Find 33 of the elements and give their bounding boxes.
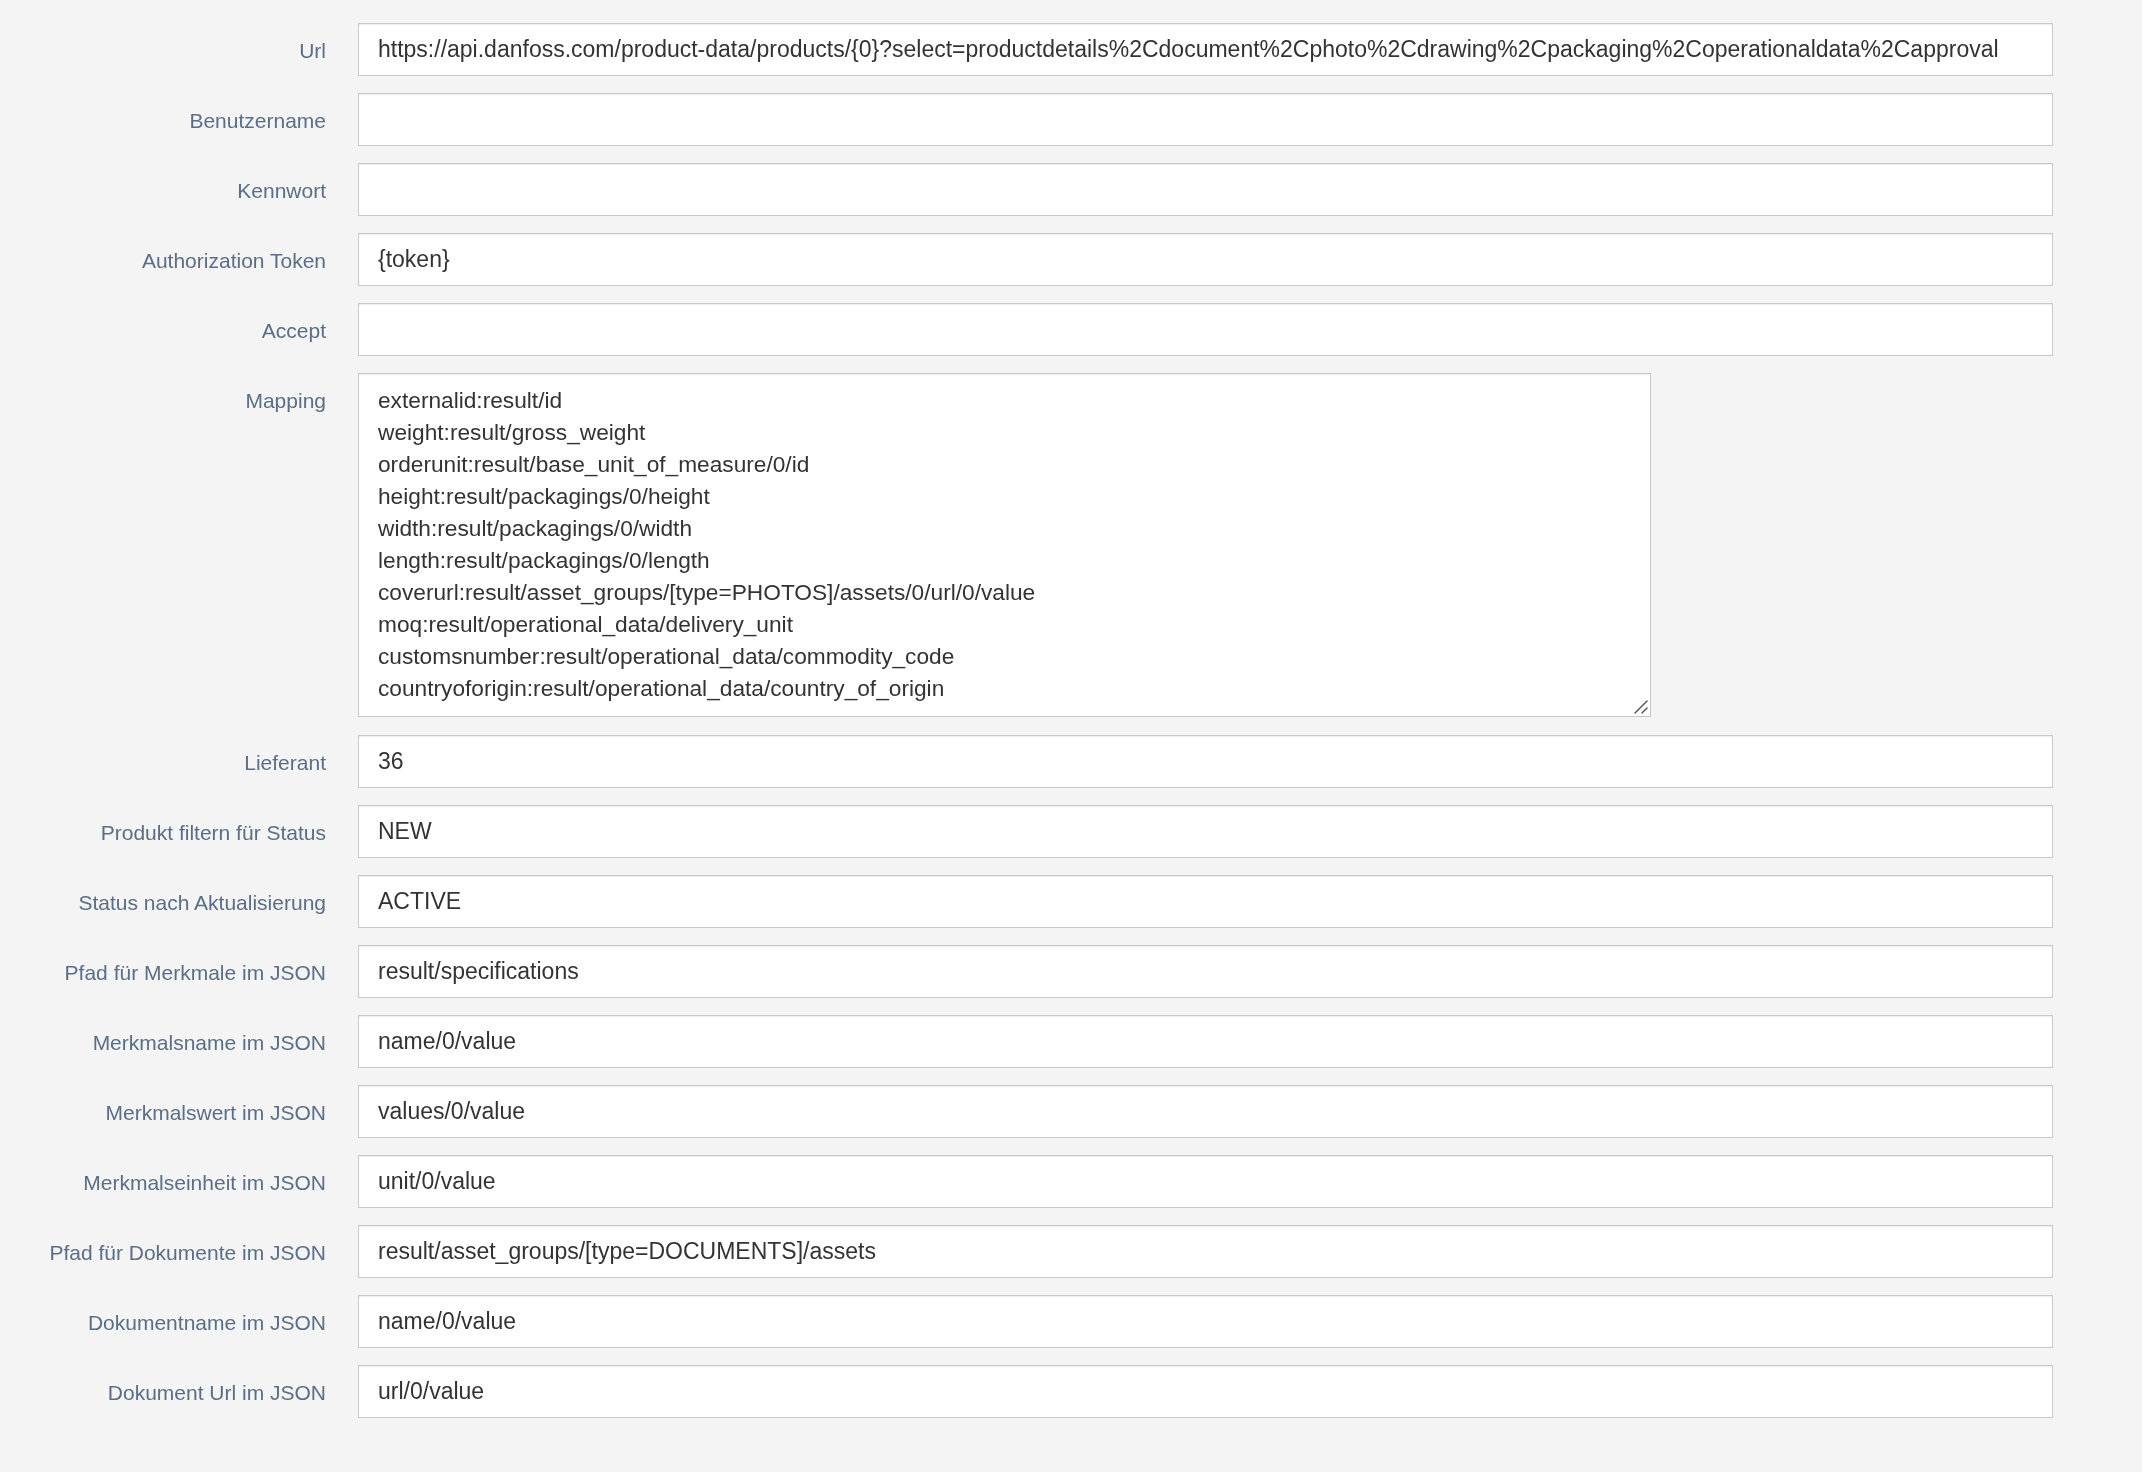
field-label: Pfad für Dokumente im JSON — [49, 1240, 326, 1265]
resize-handle-icon[interactable] — [1634, 700, 1648, 714]
field-label: Url — [299, 38, 326, 63]
text-input[interactable]: name/0/value — [358, 1295, 2053, 1348]
text-input[interactable]: ACTIVE — [358, 875, 2053, 928]
text-input[interactable]: https://api.danfoss.com/product-data/products/{0}?select=productdetails%2Cdocument%2Cphoto%2Cdrawing%2Cpackaging%2Coperationaldata%2Capproval — [358, 23, 2053, 76]
field-label: Dokumentname im JSON — [87, 1310, 326, 1335]
field-label: Lieferant — [244, 750, 326, 775]
field-label: Produkt filtern für Status — [100, 820, 326, 845]
text-input[interactable] — [358, 93, 2053, 146]
field-label: Status nach Aktualisierung — [78, 890, 326, 915]
field-label: Authorization Token — [141, 248, 326, 273]
field-label: Merkmalswert im JSON — [105, 1100, 326, 1125]
field-label: Kennwort — [237, 178, 326, 203]
text-input[interactable]: unit/0/value — [358, 1155, 2053, 1208]
text-input[interactable]: NEW — [358, 805, 2053, 858]
field-label: Merkmalsname im JSON — [92, 1030, 326, 1055]
text-input[interactable]: 36 — [358, 735, 2053, 788]
text-input[interactable] — [358, 163, 2053, 216]
field-label: Pfad für Merkmale im JSON — [64, 960, 326, 985]
text-input[interactable] — [358, 303, 2053, 356]
text-input[interactable]: {token} — [358, 233, 2053, 286]
field-label: Mapping — [245, 388, 326, 413]
text-input[interactable]: result/specifications — [358, 945, 2053, 998]
field-label: Accept — [261, 318, 326, 343]
text-input[interactable]: values/0/value — [358, 1085, 2053, 1138]
text-input[interactable]: name/0/value — [358, 1015, 2053, 1068]
field-label: Merkmalseinheit im JSON — [83, 1170, 326, 1195]
field-label: Dokument Url im JSON — [107, 1380, 326, 1405]
text-input[interactable]: url/0/value — [358, 1365, 2053, 1418]
field-label: Benutzername — [189, 108, 326, 133]
mapping-textarea[interactable]: externalid:result/id weight:result/gross_weight orderunit:result/base_unit_of_measure/0/id height:result/packagings/0/height width:result/packagings/0/width length:result/packagings/0/length coverurl:result/asset_groups/[type=PHOTOS]/assets/0/url/0/value moq:result/operational_data/delivery_unit customsnumber:result/operational_data/commodity_code countryoforigin:result/operational_data/country_of_origin — [358, 373, 1651, 717]
text-input[interactable]: result/asset_groups/[type=DOCUMENTS]/assets — [358, 1225, 2053, 1278]
